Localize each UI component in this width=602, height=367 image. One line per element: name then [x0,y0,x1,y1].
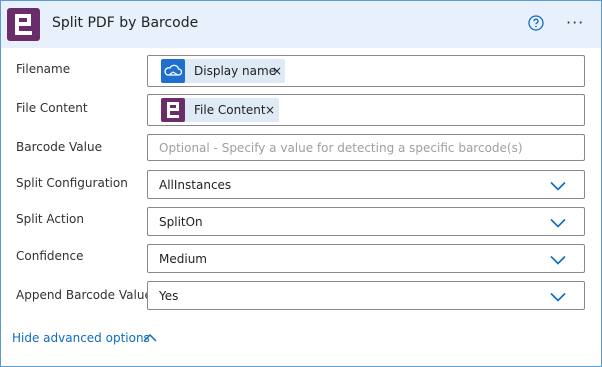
append-barcode-value-label: Append Barcode Value [16,288,152,302]
remove-token-icon[interactable]: × [265,103,275,117]
file-content-token[interactable]: File Content × [161,98,279,122]
chevron-down-icon [550,218,566,228]
confidence-value: Medium [159,252,207,266]
filename-field[interactable]: Display name × [147,55,585,87]
split-configuration-label: Split Configuration [16,176,128,190]
plumsail-logo-icon [161,98,185,122]
confidence-label: Confidence [16,249,84,263]
token-label: File Content [194,103,266,117]
file-content-label: File Content [16,101,88,115]
split-action-dropdown[interactable]: SplitOn [147,207,585,236]
chevron-up-icon[interactable] [143,333,157,342]
chevron-down-icon [550,292,566,302]
chevron-down-icon [550,181,566,191]
hide-advanced-options-link[interactable]: Hide advanced options [12,331,150,345]
display-name-token[interactable]: Display name × [161,59,285,83]
file-content-field[interactable]: File Content × [147,94,585,126]
plumsail-logo-icon [7,8,40,41]
filename-label: Filename [16,62,71,76]
confidence-dropdown[interactable]: Medium [147,244,585,273]
more-ellipsis-icon[interactable]: ··· [566,13,584,32]
help-circle-icon[interactable] [528,15,544,31]
card-title: Split PDF by Barcode [52,15,199,31]
chevron-down-icon [550,255,566,265]
split-action-label: Split Action [16,212,85,226]
barcode-value-placeholder: Optional - Specify a value for detecting… [159,141,523,155]
split-action-value: SplitOn [159,215,203,229]
action-card: Split PDF by Barcode ··· Filename Displa… [0,0,602,367]
append-barcode-value-value: Yes [159,289,179,303]
split-configuration-value: AllInstances [159,178,232,192]
barcode-value-input[interactable]: Optional - Specify a value for detecting… [147,134,585,161]
split-configuration-dropdown[interactable]: AllInstances [147,170,585,199]
token-label: Display name [194,64,277,78]
barcode-value-label: Barcode Value [16,140,102,154]
card-header[interactable]: Split PDF by Barcode ··· [1,1,601,48]
remove-token-icon[interactable]: × [272,64,282,78]
append-barcode-value-dropdown[interactable]: Yes [147,281,585,310]
onedrive-cloud-icon [161,59,185,83]
